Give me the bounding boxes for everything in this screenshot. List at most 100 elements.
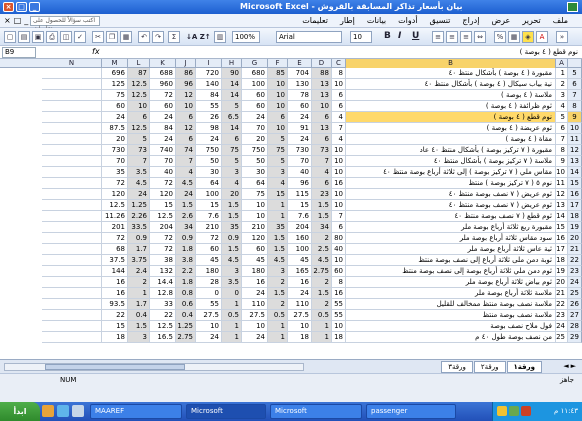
- row-header[interactable]: 15: [568, 178, 582, 189]
- column-header-l[interactable]: L: [128, 59, 150, 68]
- cell-g17[interactable]: 10: [242, 200, 268, 211]
- cell-f21[interactable]: 1.5: [268, 244, 288, 255]
- cell-b21[interactable]: ثية عاس ثلاثة أرباع بوصة ملر: [346, 244, 556, 255]
- cell-e10[interactable]: 91: [288, 123, 312, 134]
- cell-i27[interactable]: 27.5: [196, 310, 222, 321]
- cell-f23[interactable]: 3: [268, 266, 288, 277]
- cell-k6[interactable]: 960: [150, 79, 176, 90]
- cell-k11[interactable]: 24: [150, 134, 176, 145]
- document-window-controls[interactable]: ×□_: [4, 16, 31, 25]
- cell-e8[interactable]: 60: [288, 101, 312, 112]
- row-header[interactable]: 19: [568, 222, 582, 233]
- cell-b28[interactable]: فول ملاح نصف بوصة: [346, 321, 556, 332]
- taskbar-item-excel[interactable]: Microsoft: [186, 404, 266, 419]
- cell-f27[interactable]: 0.5: [268, 310, 288, 321]
- cell-k5[interactable]: 688: [150, 68, 176, 79]
- cell-j27[interactable]: 0.4: [176, 310, 196, 321]
- cell-l28[interactable]: 1.5: [128, 321, 150, 332]
- cell-b20[interactable]: سود مقاس ثلاثة أرباع بوصة ملر: [346, 233, 556, 244]
- cell-empty[interactable]: [42, 134, 102, 145]
- taskbar-item-microsoft[interactable]: Microsoft: [270, 404, 362, 419]
- cell-l21[interactable]: 1.7: [128, 244, 150, 255]
- cell-m14[interactable]: 35: [102, 167, 128, 178]
- cell-j23[interactable]: 2.2: [176, 266, 196, 277]
- cell-l15[interactable]: 4.5: [128, 178, 150, 189]
- cell-b11[interactable]: مقاة ( ٤ بوصة ): [346, 134, 556, 145]
- cell-a5[interactable]: 1: [556, 68, 568, 79]
- tray-icon-3[interactable]: [521, 406, 531, 416]
- cell-f28[interactable]: 1: [268, 321, 288, 332]
- cell-b23[interactable]: ثوم دمن ملي ثلاثة أرباع بوصة إلى نصف بوص…: [346, 266, 556, 277]
- cell-h21[interactable]: 1.5: [222, 244, 242, 255]
- cell-empty[interactable]: [42, 79, 102, 90]
- start-button[interactable]: ابدأ: [0, 402, 40, 421]
- cell-g6[interactable]: 100: [242, 79, 268, 90]
- cell-d27[interactable]: 0.5: [312, 310, 332, 321]
- cell-k15[interactable]: 72: [150, 178, 176, 189]
- cell-i22[interactable]: 45: [196, 255, 222, 266]
- cell-b10[interactable]: ثوم عريضة ( ٤ بوصة ): [346, 123, 556, 134]
- row-header[interactable]: 5: [568, 68, 582, 79]
- cell-empty[interactable]: [42, 310, 102, 321]
- menu-item[interactable]: عرض: [491, 16, 510, 25]
- cell-k21[interactable]: 72: [150, 244, 176, 255]
- cell-empty[interactable]: [42, 233, 102, 244]
- cell-l8[interactable]: 10: [128, 101, 150, 112]
- cell-i28[interactable]: 10: [196, 321, 222, 332]
- cell-i7[interactable]: 84: [196, 90, 222, 101]
- cell-c10[interactable]: 7: [332, 123, 346, 134]
- cell-g24[interactable]: 16: [242, 277, 268, 288]
- cell-m18[interactable]: 11.26: [102, 211, 128, 222]
- row-header[interactable]: 12: [568, 145, 582, 156]
- formula-input[interactable]: نوم قطع ( ٤ بوصة ): [520, 48, 578, 56]
- cell-c23[interactable]: 60: [332, 266, 346, 277]
- cell-m15[interactable]: 72: [102, 178, 128, 189]
- cell-k24[interactable]: 14.4: [150, 277, 176, 288]
- cell-d11[interactable]: 6: [312, 134, 332, 145]
- row-header[interactable]: 13: [568, 156, 582, 167]
- cell-i25[interactable]: 0: [196, 288, 222, 299]
- cell-a17[interactable]: 13: [556, 200, 568, 211]
- cell-b29[interactable]: من نصف بوصة طول ٤٠ م: [346, 332, 556, 343]
- cell-f5[interactable]: 85: [268, 68, 288, 79]
- cell-a19[interactable]: 15: [556, 222, 568, 233]
- cell-i11[interactable]: 24: [196, 134, 222, 145]
- cell-h24[interactable]: 3.5: [222, 277, 242, 288]
- align-right-icon[interactable]: ≡: [460, 31, 472, 43]
- cell-d15[interactable]: 6: [312, 178, 332, 189]
- cell-c28[interactable]: 10: [332, 321, 346, 332]
- cell-f24[interactable]: 2: [268, 277, 288, 288]
- cell-a18[interactable]: 14: [556, 211, 568, 222]
- cell-h5[interactable]: 90: [222, 68, 242, 79]
- cell-f9[interactable]: 6: [268, 112, 288, 123]
- cell-g8[interactable]: 60: [242, 101, 268, 112]
- cell-b12[interactable]: مقبورة ( ٧ تركيز بوصة ) بأشكال منتظ ٤٠ ع…: [346, 145, 556, 156]
- underline-button[interactable]: U: [412, 31, 419, 41]
- cell-c9[interactable]: 4: [332, 112, 346, 123]
- select-all-corner[interactable]: [568, 59, 582, 68]
- cell-g19[interactable]: 210: [242, 222, 268, 233]
- cell-m11[interactable]: 20: [102, 134, 128, 145]
- cell-j11[interactable]: 6: [176, 134, 196, 145]
- cell-c15[interactable]: 16: [332, 178, 346, 189]
- cell-empty[interactable]: [42, 266, 102, 277]
- cell-c18[interactable]: 7: [332, 211, 346, 222]
- currency-icon[interactable]: %: [494, 31, 506, 43]
- cell-a14[interactable]: 10: [556, 167, 568, 178]
- cell-l23[interactable]: 2.4: [128, 266, 150, 277]
- cell-d16[interactable]: 23: [312, 189, 332, 200]
- cell-g29[interactable]: 24: [242, 332, 268, 343]
- column-header-e[interactable]: E: [288, 59, 312, 68]
- cell-c7[interactable]: 6: [332, 90, 346, 101]
- cell-j21[interactable]: 1.8: [176, 244, 196, 255]
- cell-a15[interactable]: 11: [556, 178, 568, 189]
- row-header[interactable]: 17: [568, 200, 582, 211]
- cell-m7[interactable]: 75: [102, 90, 128, 101]
- cell-i6[interactable]: 140: [196, 79, 222, 90]
- cell-e22[interactable]: 45: [288, 255, 312, 266]
- cell-c26[interactable]: 55: [332, 299, 346, 310]
- cell-l25[interactable]: 1: [128, 288, 150, 299]
- cell-empty[interactable]: [42, 244, 102, 255]
- cell-i15[interactable]: 64: [196, 178, 222, 189]
- cell-f26[interactable]: 2: [268, 299, 288, 310]
